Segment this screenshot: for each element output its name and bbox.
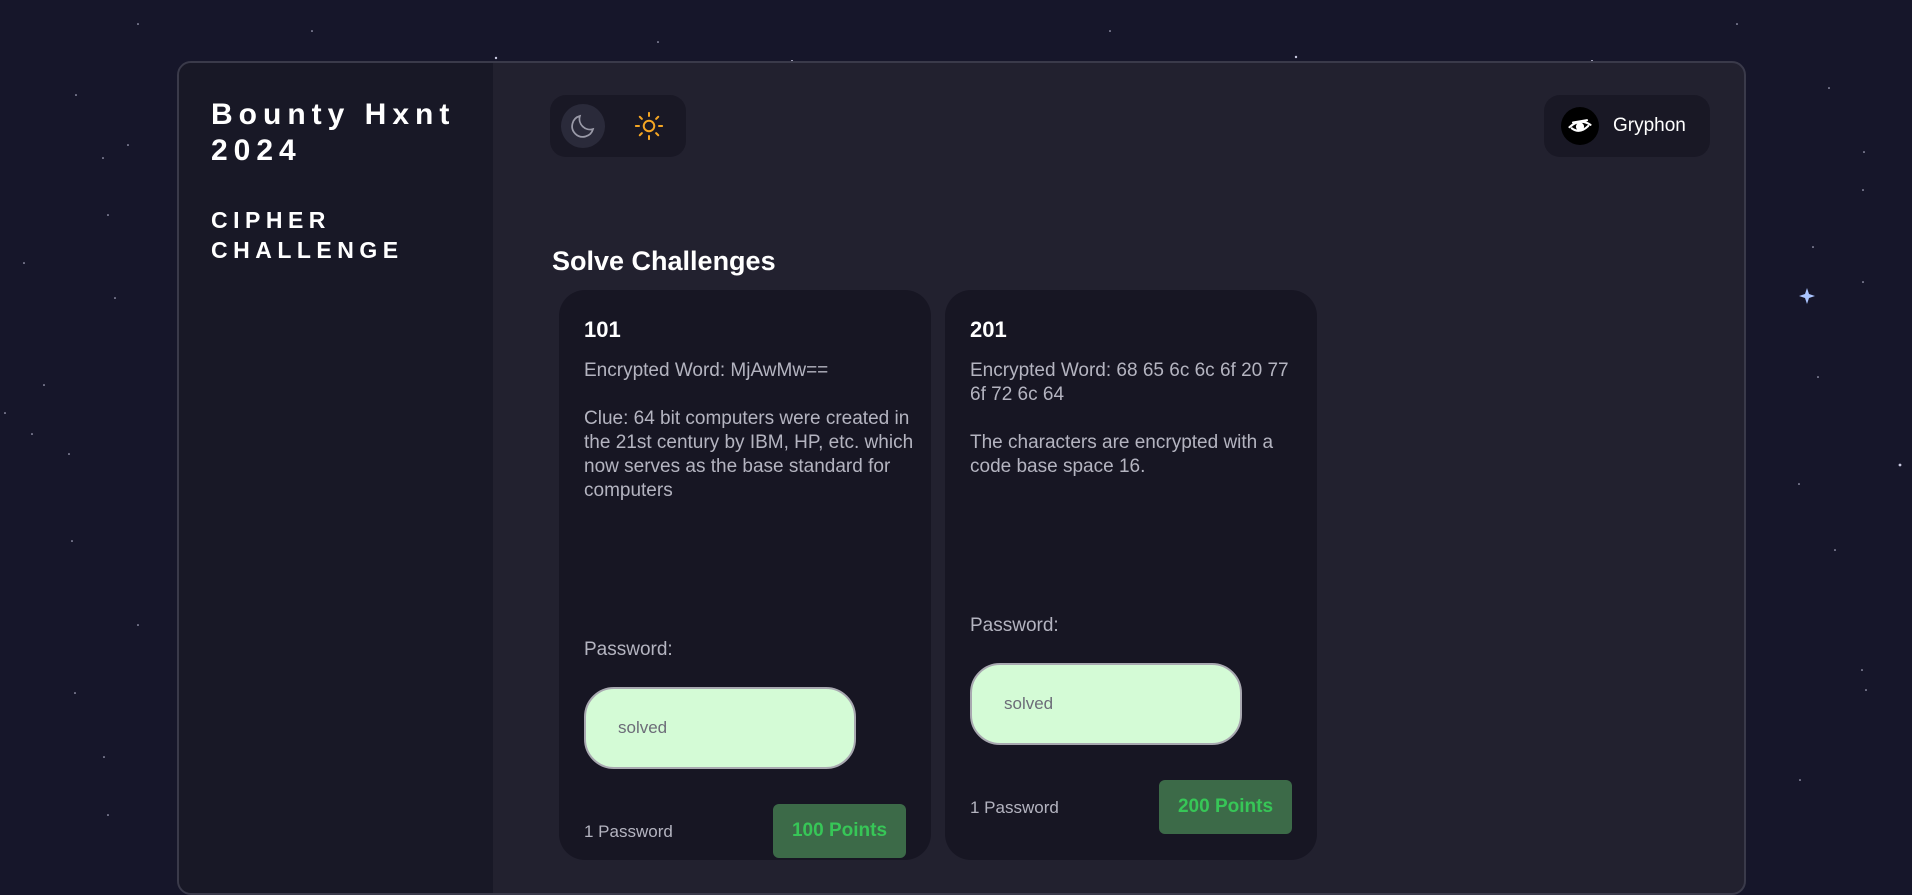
challenge-clue: Clue: 64 bit computers were created in t… <box>584 408 914 501</box>
points-badge: 100 Points <box>773 804 906 858</box>
challenge-card-201: 201 Encrypted Word: 68 65 6c 6c 6f 20 77… <box>945 290 1317 860</box>
challenge-id: 101 <box>584 317 621 342</box>
sparkle-star <box>1799 288 1815 304</box>
theme-toggle <box>550 95 686 157</box>
sidebar: Bounty Hxnt 2024 CIPHER CHALLENGE <box>179 63 493 893</box>
encrypted-word: Encrypted Word: MjAwMw== <box>584 360 829 381</box>
password-count: 1 Password <box>584 822 673 841</box>
encrypted-word: Encrypted Word: 68 65 6c 6c 6f 20 77 6f … <box>970 360 1289 405</box>
section-title: Solve Challenges <box>552 246 776 276</box>
sun-icon <box>634 111 664 141</box>
points-badge: 200 Points <box>1159 780 1292 834</box>
challenge-clue: The characters are encrypted with a code… <box>970 432 1274 477</box>
challenge-subtitle: CIPHER CHALLENGE <box>211 207 404 263</box>
brand-title: Bounty Hxnt 2024 <box>211 98 456 167</box>
challenge-card-101: 101 Encrypted Word: MjAwMw== Clue: 64 bi… <box>559 290 931 860</box>
username: Gryphon <box>1613 115 1686 136</box>
dark-mode-button[interactable] <box>561 104 605 148</box>
password-label: Password: <box>970 615 1059 636</box>
main-panel: Bounty Hxnt 2024 CIPHER CHALLENGE Grypho… <box>177 61 1746 895</box>
avatar <box>1561 107 1599 145</box>
light-mode-button[interactable] <box>627 104 671 148</box>
password-count: 1 Password <box>970 798 1059 817</box>
password-input[interactable] <box>970 663 1242 745</box>
challenge-description: Encrypted Word: MjAwMw== Clue: 64 bit co… <box>584 359 914 527</box>
eye-icon <box>1568 119 1592 132</box>
user-menu[interactable]: Gryphon <box>1544 95 1710 157</box>
password-label: Password: <box>584 639 673 660</box>
challenge-description: Encrypted Word: 68 65 6c 6c 6f 20 77 6f … <box>970 359 1300 503</box>
moon-icon <box>571 114 595 138</box>
password-input[interactable] <box>584 687 856 769</box>
challenge-id: 201 <box>970 317 1007 342</box>
